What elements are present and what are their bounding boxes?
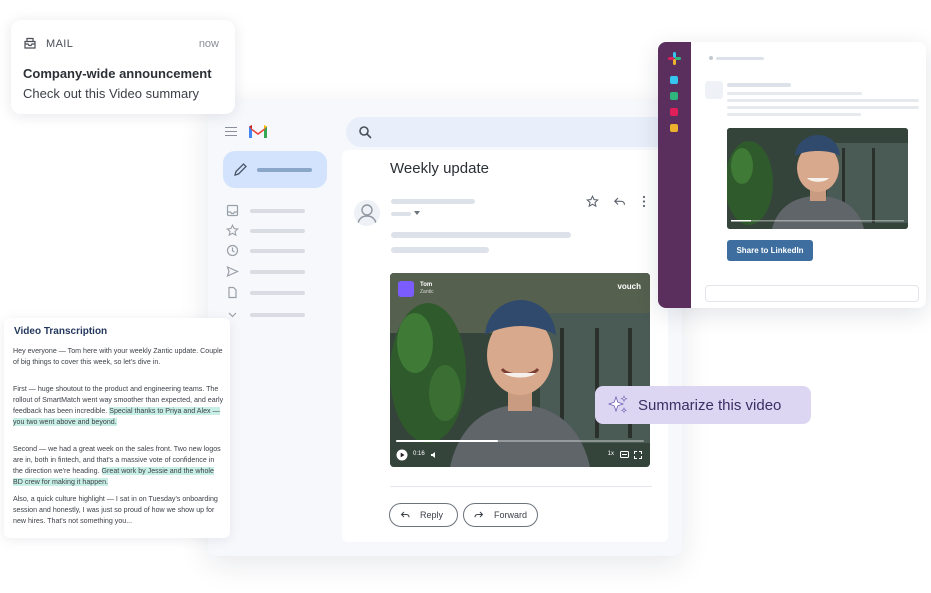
- sender-name-placeholder: [391, 199, 475, 204]
- transcription-paragraph: First — huge shoutout to the product and…: [13, 384, 225, 428]
- transcription-paragraph: Also, a quick culture highlight — I sat …: [13, 495, 218, 525]
- notification-title: Company-wide announcement: [23, 66, 212, 81]
- video-brand-label: vouch: [617, 282, 641, 291]
- summarize-label: Summarize this video: [638, 396, 782, 414]
- slack-window: Share to LinkedIn: [658, 42, 926, 308]
- forward-icon: [474, 511, 484, 518]
- sidebar-item-sent[interactable]: [226, 265, 326, 279]
- inbox-icon: [226, 204, 239, 217]
- channel-dot: [709, 56, 713, 60]
- sparkle-icon: [607, 395, 628, 414]
- more-vertical-icon[interactable]: [641, 195, 647, 208]
- gmail-logo-icon: [249, 125, 267, 138]
- video-frame-illustration: [390, 273, 650, 467]
- volume-icon[interactable]: [430, 451, 438, 459]
- star-icon[interactable]: [586, 195, 599, 208]
- gmail-window: Weekly update Tom Zantic vouch 0:16 1x R…: [208, 100, 682, 556]
- sender-avatar: [354, 200, 380, 226]
- caret-down-icon[interactable]: [414, 211, 420, 216]
- video-time: 0:16: [413, 451, 425, 457]
- video-progress-bar[interactable]: [396, 440, 644, 442]
- reply-button[interactable]: Reply: [389, 503, 458, 527]
- video-sender-name: Tom Zantic: [420, 282, 434, 296]
- compose-label-placeholder: [257, 168, 312, 172]
- transcription-title: Video Transcription: [14, 326, 108, 337]
- workspace-item[interactable]: [670, 76, 678, 84]
- user-icon: [357, 204, 377, 224]
- sidebar-label-placeholder: [250, 313, 305, 317]
- video-progress-fill: [396, 440, 498, 442]
- email-subject: Weekly update: [390, 160, 489, 177]
- transcription-paragraph: Second — we had a great week on the sale…: [13, 444, 225, 488]
- forward-button[interactable]: Forward: [463, 503, 538, 527]
- sidebar-item-snoozed[interactable]: [226, 244, 326, 258]
- mail-notification[interactable]: MAIL now Company-wide announcement Check…: [11, 20, 235, 114]
- sidebar-item-starred[interactable]: [226, 224, 326, 238]
- play-icon[interactable]: [396, 449, 408, 461]
- vouch-logo-icon: [398, 281, 414, 297]
- divider: [390, 486, 652, 487]
- sidebar-label-placeholder: [250, 291, 305, 295]
- video-sender-company: Zantic: [420, 289, 434, 295]
- transcription-paragraph: Hey everyone — Tom here with your weekly…: [13, 347, 223, 366]
- message-author-placeholder: [727, 83, 791, 87]
- workspace-item[interactable]: [670, 92, 678, 100]
- menu-icon[interactable]: [225, 127, 237, 136]
- message-text-placeholder: [727, 99, 919, 102]
- slack-sidebar: [658, 42, 691, 308]
- sidebar-label-placeholder: [250, 270, 305, 274]
- summarize-video-button[interactable]: Summarize this video: [595, 386, 811, 424]
- sidebar-label-placeholder: [250, 229, 305, 233]
- video-controls: 0:16 1x: [396, 449, 644, 461]
- sidebar-label-placeholder: [250, 209, 305, 213]
- email-body-placeholder: [391, 247, 489, 253]
- slack-video-player[interactable]: [727, 128, 908, 229]
- reply-icon[interactable]: [613, 195, 626, 208]
- message-text-placeholder: [727, 113, 861, 116]
- email-view: Weekly update Tom Zantic vouch 0:16 1x R…: [342, 150, 668, 542]
- send-icon: [226, 265, 239, 278]
- compose-button[interactable]: [223, 151, 327, 188]
- workspace-item[interactable]: [670, 108, 678, 116]
- message-avatar: [705, 81, 723, 99]
- notification-body: Check out this Video summary: [23, 86, 200, 101]
- video-player[interactable]: Tom Zantic vouch 0:16 1x: [390, 273, 650, 467]
- sidebar-item-more[interactable]: [226, 308, 326, 322]
- video-speed[interactable]: 1x: [608, 451, 614, 457]
- sidebar-item-inbox[interactable]: [226, 204, 326, 218]
- slack-logo-icon: [668, 52, 681, 65]
- channel-name-placeholder: [716, 57, 764, 60]
- forward-label: Forward: [494, 510, 528, 520]
- clock-icon: [226, 244, 239, 257]
- file-icon: [228, 286, 237, 299]
- video-transcription-panel: Video Transcription Hey everyone — Tom h…: [4, 318, 230, 538]
- message-text-placeholder: [727, 92, 862, 95]
- notification-time: now: [198, 38, 219, 50]
- video-sender-name-text: Tom: [420, 282, 433, 288]
- mailbox-icon: [24, 37, 36, 49]
- message-text-placeholder: [727, 106, 919, 109]
- notification-app-name: MAIL: [46, 38, 74, 50]
- video-frame-illustration: [727, 128, 908, 229]
- workspace-item[interactable]: [670, 124, 678, 132]
- search-bar[interactable]: [346, 117, 682, 147]
- reply-icon: [400, 511, 410, 518]
- recipient-placeholder: [391, 212, 411, 216]
- message-input[interactable]: [705, 285, 919, 302]
- sidebar-item-drafts[interactable]: [226, 286, 326, 300]
- captions-icon[interactable]: [620, 451, 629, 458]
- pencil-icon: [234, 163, 247, 176]
- reply-label: Reply: [420, 510, 444, 520]
- video-sender: Tom Zantic: [398, 281, 434, 297]
- star-icon: [226, 224, 239, 237]
- fullscreen-icon[interactable]: [634, 451, 642, 459]
- share-to-linkedin-button[interactable]: Share to LinkedIn: [727, 240, 813, 261]
- sidebar-label-placeholder: [250, 249, 305, 253]
- search-icon: [359, 126, 372, 139]
- email-body-placeholder: [391, 232, 571, 238]
